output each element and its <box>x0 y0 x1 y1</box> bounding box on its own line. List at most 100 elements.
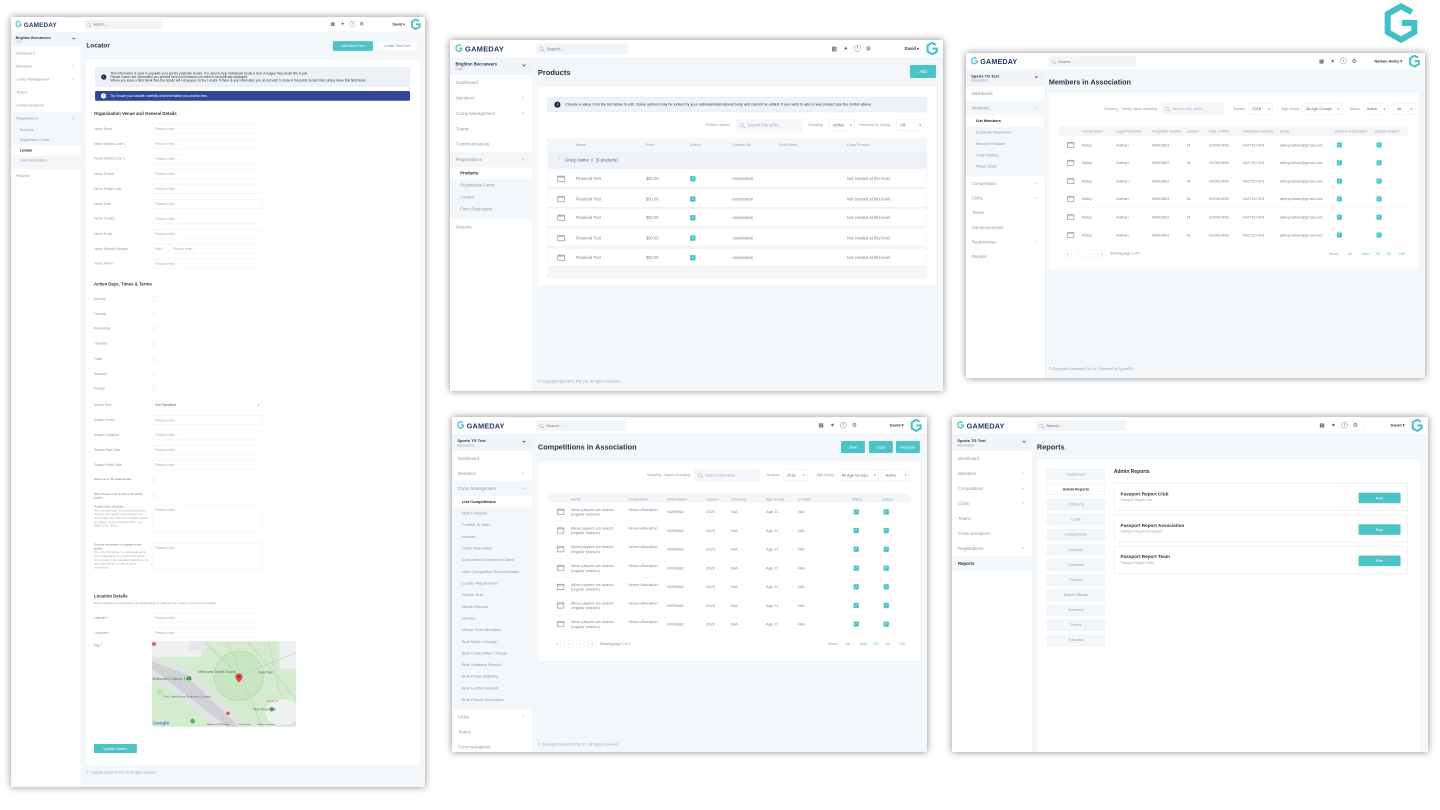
sidebar-item-comp-management[interactable]: Comp Management <box>450 106 532 121</box>
sidebar-subitem-ladder-adjustments[interactable]: Ladder Adjustments <box>452 578 532 590</box>
sidebar-item-reports[interactable]: Reports <box>966 249 1044 264</box>
search-input[interactable] <box>545 422 619 429</box>
active-checkbox[interactable]: ✓ <box>690 255 696 261</box>
gameday-logo[interactable]: GAMEDAY <box>957 420 1005 431</box>
thursday-checkbox[interactable] <box>151 341 157 347</box>
upload-checkbox[interactable]: ✓ <box>883 509 889 515</box>
showing-select[interactable]: Active ▾ <box>828 119 855 132</box>
table-search-input[interactable]: Search this table... <box>1161 103 1225 115</box>
building-icon[interactable]: ▦ <box>330 21 336 27</box>
user-avatar[interactable] <box>925 41 939 57</box>
edit-icon[interactable] <box>556 508 565 515</box>
sidebar-item-registrations[interactable]: Registrations <box>966 235 1044 250</box>
season-player-checkbox[interactable]: ✓ <box>1376 214 1382 220</box>
sidebar-item-dashboard[interactable]: Dashboard <box>452 451 532 466</box>
edit-icon[interactable] <box>556 583 565 590</box>
help-icon[interactable]: ? <box>349 21 356 27</box>
edit-icon[interactable] <box>556 565 565 572</box>
run-report-button[interactable]: Run <box>1358 555 1401 567</box>
active-in-association-checkbox[interactable]: ✓ <box>1336 196 1343 202</box>
sidebar-subitem-form-restrictions[interactable]: Form Restrictions <box>450 203 532 215</box>
report-category-tribunals[interactable]: Tribunals <box>1046 634 1105 646</box>
sidebar-item-members[interactable]: Members <box>966 100 1044 116</box>
upload-checkbox[interactable]: ✓ <box>883 546 889 552</box>
status-select[interactable]: Active ▾ <box>1363 103 1389 115</box>
monday-checkbox[interactable] <box>151 296 157 302</box>
records-group-select[interactable]: All ▾ <box>896 119 925 132</box>
table-row[interactable] <box>1058 154 1409 172</box>
page-size-25[interactable]: 25 <box>1376 251 1380 256</box>
prev-page-button[interactable]: ‹ <box>564 640 573 649</box>
active-checkbox[interactable]: ✓ <box>690 235 696 241</box>
latitude-input[interactable]: Please enter... <box>151 612 263 623</box>
school-term-select[interactable]: Not Specified ▾ <box>151 399 263 411</box>
sidebar-item-members[interactable]: Members <box>11 60 81 73</box>
settings-icon[interactable]: ⚙ <box>359 21 365 27</box>
update-locator-button[interactable]: Update Locator <box>93 744 137 754</box>
user-menu[interactable]: David ▾ <box>905 46 919 51</box>
help-icon[interactable]: ? <box>840 421 847 429</box>
report-category-contacts[interactable]: Contacts <box>1046 544 1105 556</box>
create-test-form-button[interactable]: Create Test Form <box>376 41 418 51</box>
building-icon[interactable]: ▦ <box>830 45 838 53</box>
sidebar-subitem-clash-resolution[interactable]: Clash Resolution <box>452 543 532 555</box>
table-row[interactable] <box>1058 190 1409 208</box>
sidebar-subitem-duplicate-resolution[interactable]: Duplicate Resolution <box>966 127 1044 138</box>
prev-page-button[interactable]: ‹ <box>1075 249 1083 258</box>
venue-phone-input[interactable]: Please enter... <box>151 258 263 269</box>
edit-icon[interactable] <box>557 234 565 242</box>
venue-address-line-2-input[interactable]: Please enter... <box>151 153 263 164</box>
building-icon[interactable]: ▦ <box>817 422 824 429</box>
show-me-in-the-public-locator-checkbox[interactable] <box>151 477 157 483</box>
new-button[interactable]: New <box>840 440 865 453</box>
run-report-button[interactable]: Run <box>1358 524 1401 535</box>
season-player-checkbox[interactable]: ✓ <box>1376 142 1382 148</box>
status-checkbox[interactable]: ✓ <box>853 584 859 590</box>
global-search[interactable] <box>535 420 626 431</box>
venue-name-input[interactable]: Please enter... <box>151 124 263 134</box>
table-search-input[interactable]: Search this table... <box>694 468 761 481</box>
table-row[interactable] <box>1058 226 1409 244</box>
status-checkbox[interactable]: ✓ <box>853 621 859 627</box>
sidebar-subitem-bulk-match-change[interactable]: Bulk Match Change <box>452 636 532 648</box>
sidebar-item-competitions[interactable]: Competitions <box>952 481 1032 496</box>
report-category-covid-19[interactable]: COVID-19 <box>1046 499 1105 511</box>
season-player-checkbox[interactable]: ✓ <box>1376 178 1382 184</box>
sunday-checkbox[interactable] <box>151 386 157 392</box>
edit-icon[interactable] <box>556 527 565 534</box>
report-category-teams[interactable]: Teams <box>1046 619 1105 631</box>
sidebar-subitem-member-rollover[interactable]: Member Rollover <box>966 138 1044 149</box>
upload-checkbox[interactable]: ✓ <box>883 565 889 571</box>
friday-checkbox[interactable] <box>151 356 157 362</box>
status-checkbox[interactable]: ✓ <box>853 509 859 515</box>
edit-icon[interactable] <box>557 254 565 261</box>
settings-icon[interactable]: ⚙ <box>851 422 858 429</box>
season-select[interactable]: 2018 ▾ <box>1248 103 1273 115</box>
sidebar-subitem-awards[interactable]: Awards <box>452 531 532 543</box>
active-checkbox[interactable]: ✓ <box>690 176 696 182</box>
next-page-button[interactable]: › <box>576 640 585 649</box>
report-category-admin-reports[interactable]: Admin Reports <box>1046 484 1105 496</box>
edit-icon[interactable] <box>557 195 565 203</box>
org-switcher[interactable]: Sports TG Test Association <box>952 434 1032 451</box>
edit-icon[interactable] <box>1067 142 1075 148</box>
sidebar-item-reports[interactable]: Reports <box>450 219 532 234</box>
upload-checkbox[interactable]: ✓ <box>883 584 889 590</box>
sidebar-item-communications[interactable]: Communications <box>452 740 532 752</box>
table-row[interactable] <box>1058 208 1409 226</box>
show-fixtures-and-results-in-the-public-locator-checkbox[interactable] <box>151 492 157 498</box>
gameday-logo[interactable]: GAMEDAY <box>457 420 505 431</box>
edit-icon[interactable] <box>1067 178 1075 184</box>
report-category-match-officials[interactable]: Match Officials <box>1046 589 1105 601</box>
user-menu[interactable]: David ▾ <box>393 22 405 26</box>
help-icon[interactable]: ? <box>853 44 861 52</box>
report-category-dashboard[interactable]: Dashboard <box>1046 468 1105 480</box>
sidebar-subitem-locator[interactable]: Locator <box>11 145 81 156</box>
venue-country-input[interactable]: Please enter... <box>151 213 263 224</box>
building-icon[interactable]: ▦ <box>1318 422 1325 429</box>
rocket-icon[interactable]: ✦ <box>339 21 345 27</box>
global-search[interactable] <box>1047 56 1136 67</box>
season-durations-input[interactable]: Please enter... <box>151 430 263 440</box>
first-page-button[interactable]: |‹ <box>1063 249 1072 258</box>
wednesday-checkbox[interactable] <box>151 326 157 332</box>
